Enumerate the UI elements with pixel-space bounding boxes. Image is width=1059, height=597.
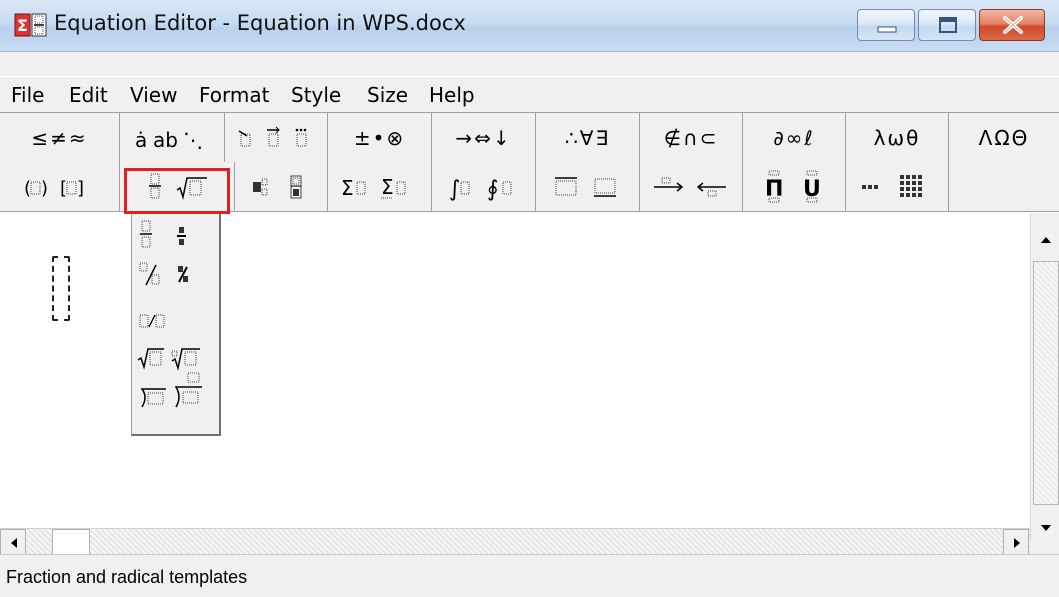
matrix-icon bbox=[862, 175, 922, 197]
menu-view[interactable]: View bbox=[127, 81, 180, 109]
product-coproduct-icon: Π U bbox=[765, 170, 821, 203]
equation-editor-icon: Σ bbox=[14, 13, 47, 37]
nth-root-icon bbox=[171, 348, 200, 371]
svg-text:∫: ∫ bbox=[449, 177, 460, 202]
summation-icon: Σ Σ bbox=[341, 175, 405, 200]
labeled-arrow-templates-palette[interactable] bbox=[640, 162, 743, 212]
matrix-templates-palette[interactable] bbox=[846, 162, 949, 212]
svg-text:ȧ: ȧ bbox=[135, 128, 147, 152]
miscellaneous-symbols-palette[interactable]: ∂∞ℓ bbox=[743, 113, 846, 163]
menu-style[interactable]: Style bbox=[288, 81, 344, 109]
embellishments-icon bbox=[238, 126, 307, 147]
integral-icon: ∫ ∮ bbox=[449, 177, 511, 202]
menu-strip-top bbox=[0, 52, 1059, 76]
scroll-right-button[interactable] bbox=[1003, 529, 1029, 555]
menu-size[interactable]: Size bbox=[364, 81, 411, 109]
spaces-ellipses-palette[interactable]: ȧ ab ⋱ bbox=[120, 113, 225, 163]
set-theory-symbols-palette[interactable]: ∉∩⊂ bbox=[640, 113, 743, 163]
labeled-arrow-icon bbox=[654, 177, 726, 197]
minimize-icon bbox=[877, 26, 897, 33]
logical-symbols-palette[interactable]: ∴∀∃ bbox=[536, 113, 640, 163]
menu-edit[interactable]: Edit bbox=[66, 81, 111, 109]
small-fraction-icon bbox=[177, 227, 186, 245]
svg-text:(: ( bbox=[24, 178, 31, 199]
scroll-down-icon[interactable] bbox=[1031, 513, 1059, 543]
minimize-button[interactable] bbox=[857, 9, 915, 41]
svg-text:∮: ∮ bbox=[487, 177, 498, 202]
horizontal-scrollbar[interactable] bbox=[0, 528, 1030, 555]
svg-text:Σ: Σ bbox=[381, 175, 394, 199]
arrow-symbols-palette[interactable]: →⇔↓ bbox=[432, 113, 536, 163]
status-bar: Fraction and radical templates bbox=[0, 554, 1059, 597]
svg-text:]: ] bbox=[77, 178, 84, 199]
scroll-left-button[interactable] bbox=[0, 529, 26, 555]
integral-templates-palette[interactable]: ∫ ∮ bbox=[432, 162, 536, 212]
menu-help[interactable]: Help bbox=[426, 81, 478, 109]
scroll-right-icon bbox=[1014, 538, 1020, 548]
slash-fraction-icon bbox=[139, 262, 160, 286]
svg-text:): ) bbox=[41, 178, 48, 199]
full-size-fraction-icon bbox=[140, 220, 152, 248]
empty-equation-slot[interactable] bbox=[52, 256, 70, 321]
square-root-icon bbox=[137, 348, 164, 370]
selected-palette-highlight bbox=[124, 168, 230, 214]
svg-text:[: [ bbox=[60, 178, 67, 199]
fraction-radical-dropdown bbox=[131, 213, 221, 436]
svg-text:ab: ab bbox=[153, 128, 178, 152]
svg-text:Σ: Σ bbox=[341, 176, 354, 200]
window-title: Equation Editor - Equation in WPS.docx bbox=[54, 11, 466, 35]
overbar-underbar-icon bbox=[554, 177, 616, 197]
subscript-superscript-icon bbox=[253, 175, 302, 199]
long-division-with-quotient-icon bbox=[174, 372, 202, 408]
summation-templates-palette[interactable]: Σ Σ bbox=[328, 162, 432, 212]
parentheses-templates-icon: ( ) [ ] bbox=[24, 178, 84, 199]
menu-format[interactable]: Format bbox=[196, 81, 272, 109]
products-templates-palette[interactable]: Π U bbox=[743, 162, 846, 212]
small-slash-fraction-icon bbox=[178, 266, 188, 283]
maximize-icon bbox=[939, 17, 957, 33]
greek-uppercase-palette[interactable]: ΛΩΘ bbox=[949, 113, 1059, 163]
subscript-superscript-templates-palette[interactable] bbox=[235, 162, 328, 212]
scrollbar-corner bbox=[1030, 541, 1059, 554]
spaces-ellipses-icon: ȧ ab ⋱ bbox=[135, 128, 203, 152]
close-icon bbox=[1003, 16, 1023, 34]
embellishments-palette[interactable] bbox=[225, 113, 328, 163]
long-division-icon bbox=[140, 388, 166, 408]
empty-palette-slot bbox=[949, 162, 1059, 212]
baseline-slash-fraction-icon bbox=[139, 314, 165, 328]
menu-bar: File Edit View Format Style Size Help bbox=[0, 76, 1059, 112]
fence-templates-palette[interactable]: ( ) [ ] bbox=[0, 162, 120, 212]
horizontal-scroll-thumb[interactable] bbox=[52, 529, 90, 555]
svg-text:Π: Π bbox=[765, 177, 783, 202]
fraction-radical-dropdown-icons bbox=[137, 220, 202, 408]
relational-symbols-palette[interactable]: ≤≠≈ bbox=[0, 113, 120, 163]
vertical-scrollbar[interactable] bbox=[1030, 213, 1059, 541]
svg-text:⋱: ⋱ bbox=[183, 128, 203, 152]
close-button[interactable] bbox=[979, 9, 1045, 41]
menu-file[interactable]: File bbox=[8, 81, 47, 109]
vertical-scroll-thumb[interactable] bbox=[1033, 261, 1059, 505]
scroll-up-icon[interactable] bbox=[1031, 223, 1059, 253]
status-text: Fraction and radical templates bbox=[6, 567, 248, 587]
operator-symbols-palette[interactable]: ±•⊗ bbox=[328, 113, 432, 163]
title-bar: Σ Equation Editor - Equation in WPS.docx bbox=[0, 0, 1059, 52]
svg-text:Σ: Σ bbox=[17, 16, 28, 35]
maximize-button[interactable] bbox=[918, 9, 976, 41]
symbol-palette-row: ≤≠≈ ȧ ab ⋱ ±•⊗ →⇔↓ ∴∀∃ ∉∩⊂ ∂∞ℓ λωθ ΛΩΘ bbox=[0, 112, 1059, 163]
greek-lowercase-palette[interactable]: λωθ bbox=[846, 113, 949, 163]
scroll-left-icon bbox=[11, 538, 17, 548]
underbar-overbar-templates-palette[interactable] bbox=[536, 162, 640, 212]
